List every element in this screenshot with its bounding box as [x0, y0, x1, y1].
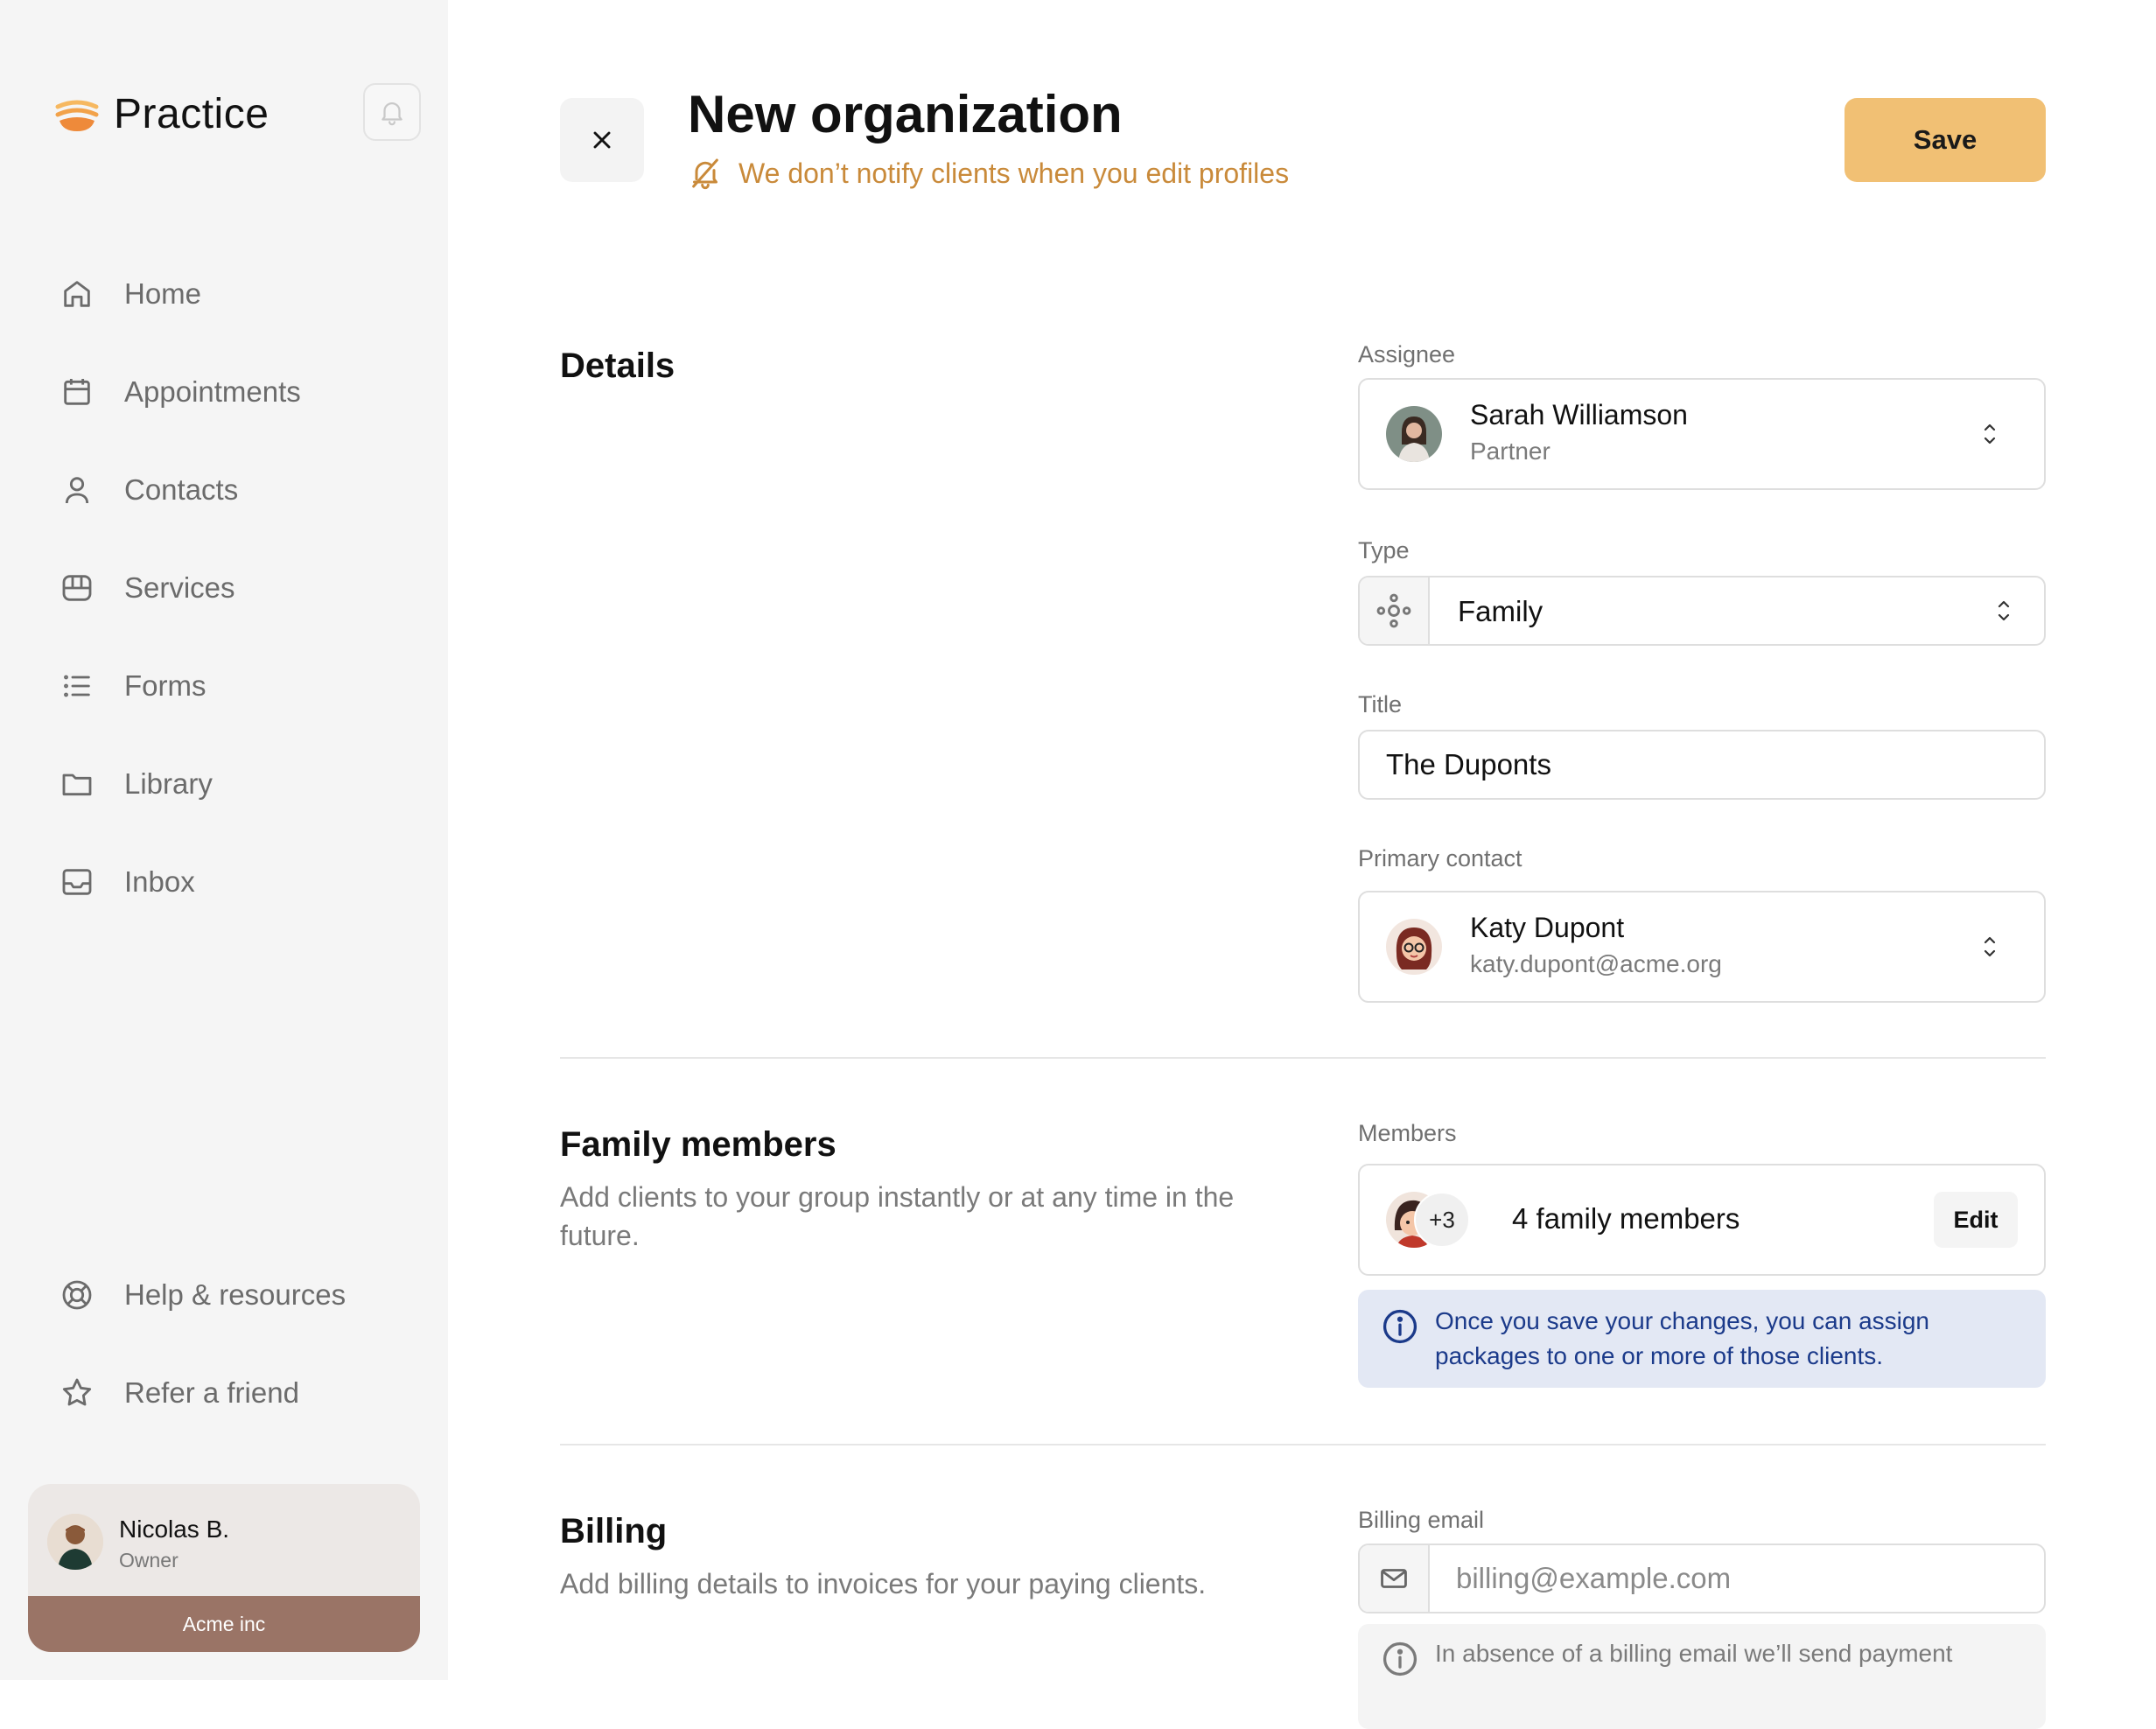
nav-label: Appointments [124, 375, 301, 408]
page-title: New organization [688, 85, 1123, 144]
type-value: Family [1458, 595, 1544, 627]
billing-email-field [1358, 1544, 2046, 1614]
members-info-callout: Once you save your changes, you can assi… [1358, 1290, 2046, 1388]
user-icon [65, 477, 89, 504]
type-select[interactable]: Family [1358, 576, 2046, 646]
bell-off-icon [692, 158, 718, 190]
home-icon [64, 281, 90, 307]
members-summary: 4 family members [1512, 1202, 1740, 1235]
assignee-role: Partner [1470, 438, 1550, 465]
nav-label: Help & resources [124, 1278, 346, 1311]
title-input[interactable] [1360, 732, 2044, 798]
nav-label: Forms [124, 669, 206, 702]
nav-item-inbox[interactable]: Inbox [54, 833, 422, 931]
sidebar: Practice Home Appointments Contacts Serv… [0, 0, 448, 1680]
type-label: Type [1358, 537, 1410, 564]
contact-email: katy.dupont@acme.org [1470, 950, 1722, 977]
chevron-up-down-icon [1984, 936, 1996, 957]
calendar-icon [64, 379, 90, 405]
nav-item-home[interactable]: Home [54, 245, 422, 343]
assignee-name: Sarah Williamson [1470, 399, 1688, 430]
chevron-up-down-icon [1998, 600, 2010, 621]
inbox-icon [62, 869, 92, 895]
list-icon [64, 675, 90, 697]
nav-label: Services [124, 571, 235, 604]
nav-item-contacts[interactable]: Contacts [54, 441, 422, 539]
nav-label: Home [124, 277, 202, 310]
primary-contact-label: Primary contact [1358, 845, 1522, 872]
billing-note-text: In absence of a billing email we’ll send… [1435, 1640, 1953, 1667]
family-section-description: Add clients to your group instantly or a… [560, 1181, 1235, 1251]
services-icon [62, 575, 92, 601]
nav-item-services[interactable]: Services [54, 539, 422, 637]
email-icon-cell [1360, 1545, 1430, 1612]
contact-name: Katy Dupont [1470, 912, 1625, 943]
notifications-button[interactable] [363, 83, 421, 141]
members-extra-count: +3 [1414, 1192, 1470, 1248]
nav-item-refer[interactable]: Refer a friend [54, 1344, 422, 1442]
brand-name: Practice [114, 90, 270, 137]
nav-label: Inbox [124, 865, 195, 898]
group-icon [1376, 593, 1411, 628]
assignee-label: Assignee [1358, 341, 1456, 368]
nav-label: Contacts [124, 473, 239, 506]
organization-switcher[interactable]: Acme inc [28, 1596, 420, 1652]
billing-email-input[interactable] [1430, 1545, 2044, 1612]
billing-email-label: Billing email [1358, 1507, 1485, 1533]
primary-contact-select[interactable]: Katy Dupont katy.dupont@acme.org [1358, 891, 2046, 1003]
lifebuoy-icon [62, 1280, 92, 1310]
practice-logo-icon [55, 100, 99, 131]
nav-item-library[interactable]: Library [54, 735, 422, 833]
close-icon [593, 131, 611, 149]
notice-text: We don’t notify clients when you edit pr… [738, 157, 1290, 189]
nav-label: Refer a friend [124, 1376, 299, 1409]
members-label: Members [1358, 1120, 1457, 1146]
save-button[interactable]: Save [1844, 98, 2046, 182]
user-role: Owner [119, 1549, 178, 1572]
nav-item-forms[interactable]: Forms [54, 637, 422, 735]
type-icon-cell [1360, 578, 1430, 644]
details-section-title: Details [560, 346, 676, 385]
bell-icon [382, 102, 402, 126]
notification-notice: We don’t notify clients when you edit pr… [688, 156, 1289, 191]
assignee-avatar [1386, 406, 1442, 462]
nav-item-help[interactable]: Help & resources [54, 1246, 422, 1344]
info-icon [1382, 1309, 1418, 1344]
title-label: Title [1358, 691, 1403, 718]
members-info-text: Once you save your changes, you can assi… [1435, 1307, 1930, 1369]
folder-icon [62, 774, 92, 796]
section-divider [560, 1057, 2046, 1059]
title-field-box [1358, 730, 2046, 800]
nav-label: Library [124, 767, 213, 800]
brand[interactable]: Practice [54, 88, 269, 140]
avatar [47, 1514, 103, 1570]
billing-note-callout: In absence of a billing email we’ll send… [1358, 1624, 2046, 1729]
contact-avatar [1386, 919, 1442, 975]
contact-avatar-icon [1386, 919, 1442, 975]
family-section-title: Family members [560, 1125, 836, 1164]
main-nav: Home Appointments Contacts Services Form… [54, 245, 422, 931]
user-avatar-icon [47, 1514, 103, 1570]
secondary-nav: Help & resources Refer a friend [54, 1246, 422, 1442]
info-icon [1382, 1642, 1418, 1676]
assignee-avatar-icon [1386, 406, 1442, 462]
mail-icon [1381, 1569, 1407, 1588]
billing-section-description: Add billing details to invoices for your… [560, 1568, 1207, 1600]
assignee-select[interactable]: Sarah Williamson Partner [1358, 378, 2046, 490]
nav-item-appointments[interactable]: Appointments [54, 343, 422, 441]
user-card[interactable]: Nicolas B. Owner Acme inc [28, 1484, 420, 1652]
edit-members-button[interactable]: Edit [1934, 1192, 2018, 1248]
members-field: +3 4 family members Edit [1358, 1164, 2046, 1276]
star-icon [62, 1378, 92, 1406]
billing-section-title: Billing [560, 1512, 668, 1550]
close-button[interactable] [560, 98, 644, 182]
section-divider [560, 1444, 2046, 1446]
chevron-up-down-icon [1984, 424, 1996, 444]
user-name: Nicolas B. [119, 1516, 230, 1543]
